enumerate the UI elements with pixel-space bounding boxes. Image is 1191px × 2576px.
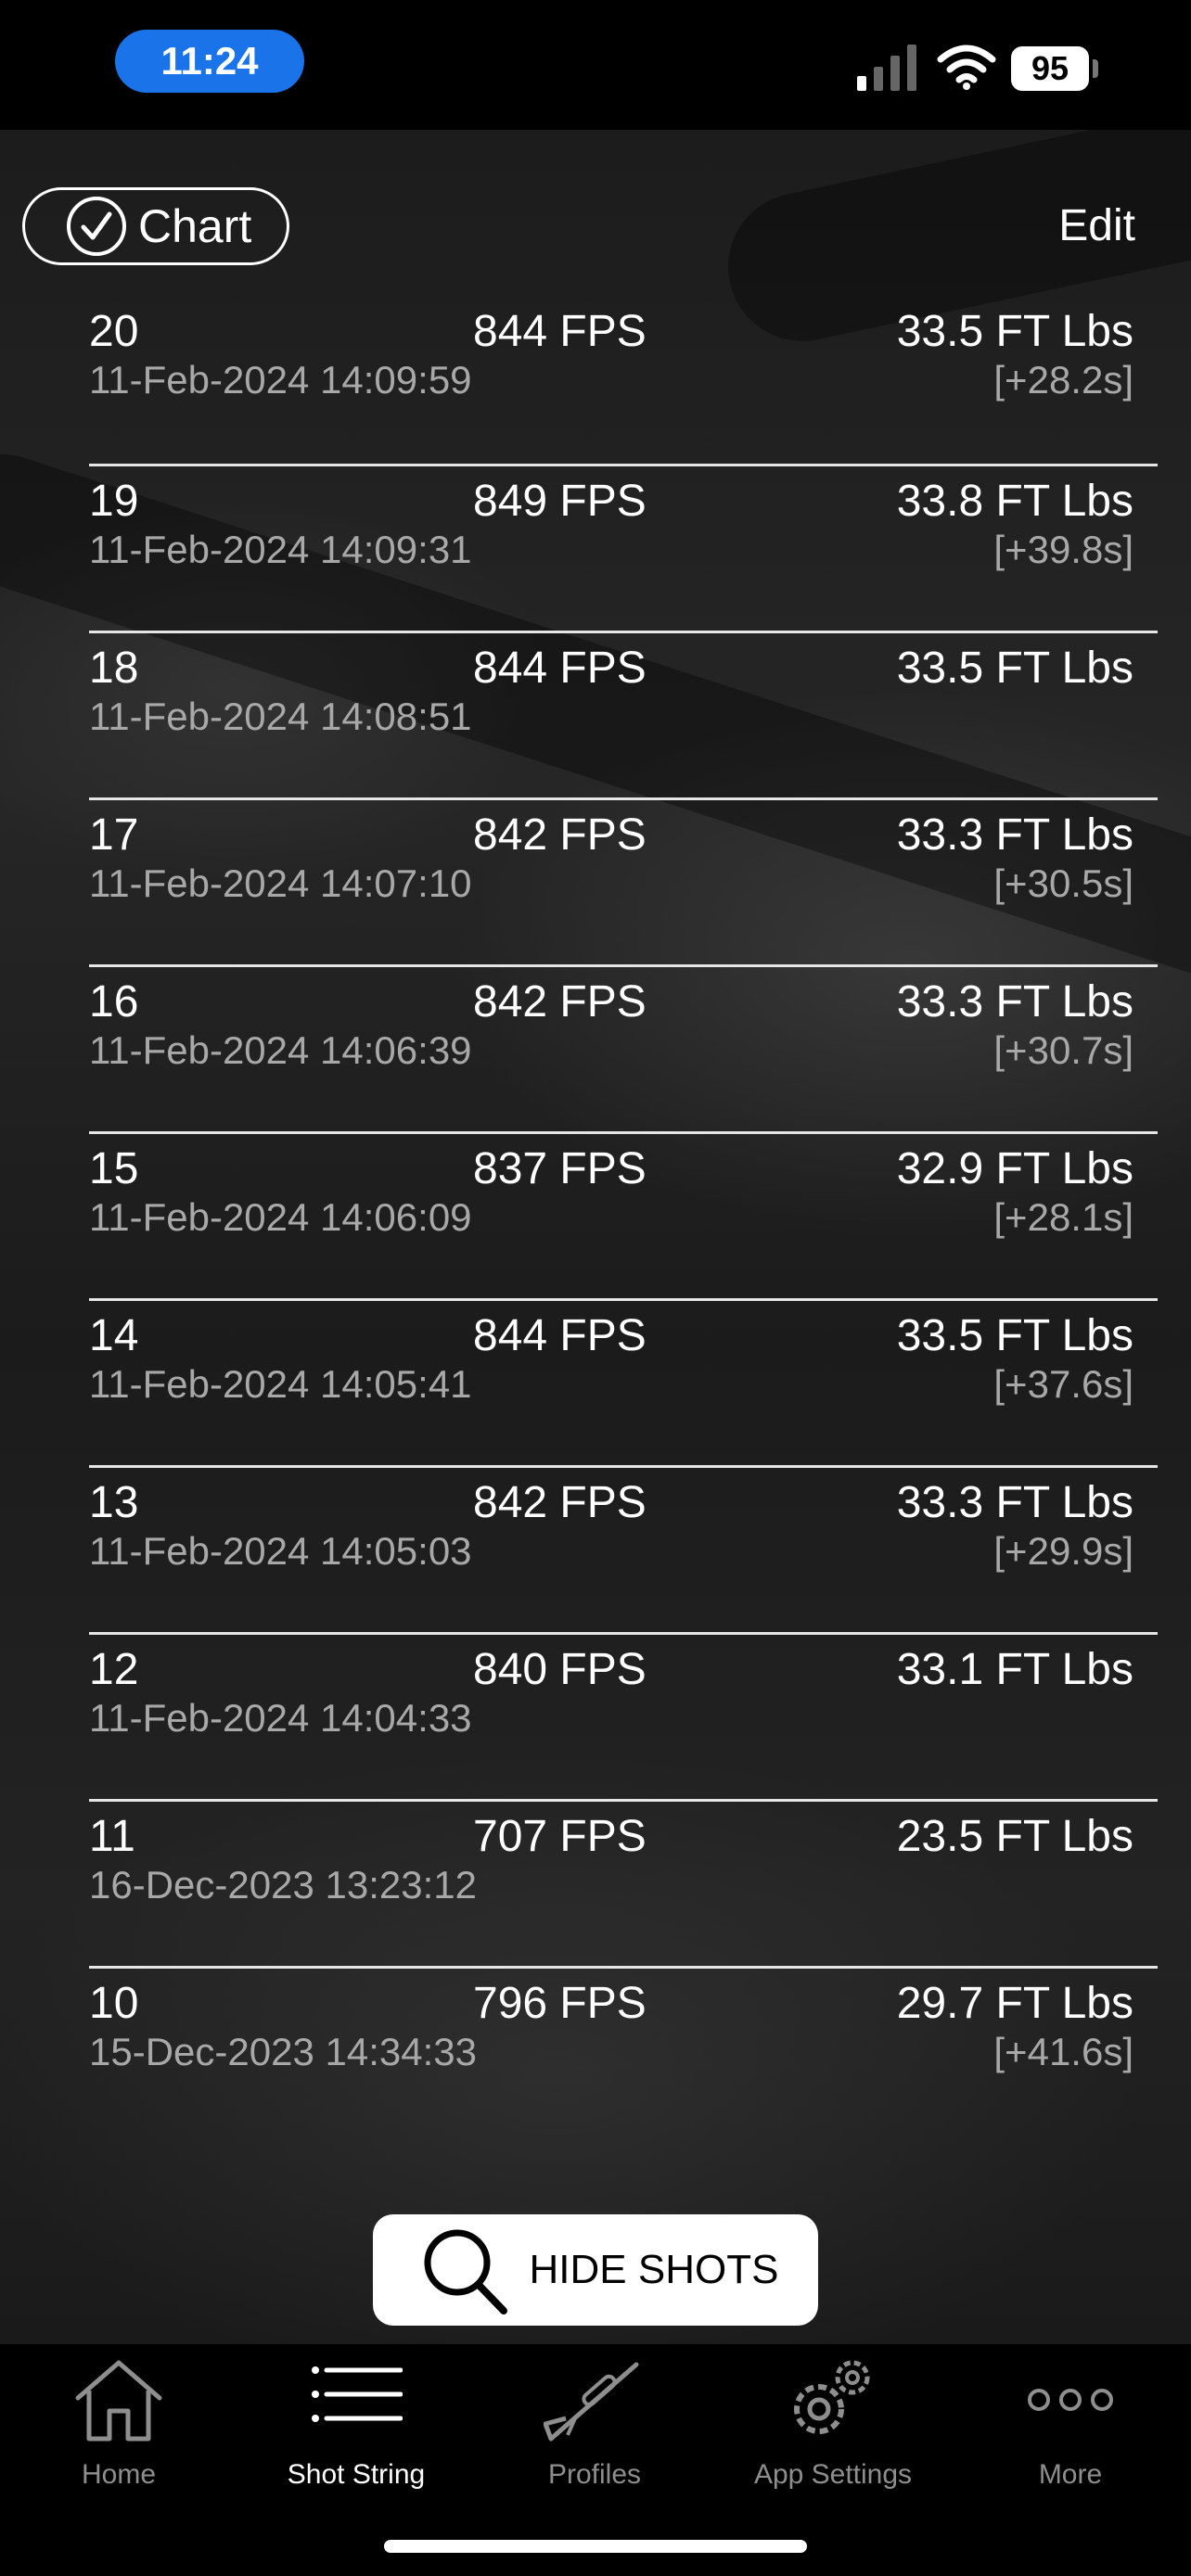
wifi-icon [937, 45, 996, 90]
shot-energy: 29.7 FT Lbs [896, 1979, 1133, 2028]
shot-row[interactable]: 10 796 FPS 29.7 FT Lbs 15-Dec-2023 14:34… [89, 1966, 1158, 2133]
tab-home[interactable]: Home [0, 2344, 237, 2493]
shot-timestamp: 11-Feb-2024 14:09:59 [89, 358, 472, 402]
shot-number: 19 [89, 477, 139, 526]
shot-energy: 33.5 FT Lbs [896, 307, 1133, 356]
shot-timestamp: 11-Feb-2024 14:09:31 [89, 528, 472, 571]
shot-row[interactable]: 20 844 FPS 33.5 FT Lbs 11-Feb-2024 14:09… [89, 297, 1158, 464]
tab-shot-string[interactable]: Shot String [237, 2344, 475, 2493]
shot-number: 20 [89, 307, 139, 356]
shot-row[interactable]: 14 844 FPS 33.5 FT Lbs 11-Feb-2024 14:05… [89, 1298, 1158, 1465]
shot-timestamp: 11-Feb-2024 14:06:39 [89, 1028, 472, 1072]
shot-velocity: 849 FPS [473, 477, 647, 526]
shot-energy: 33.3 FT Lbs [896, 1478, 1133, 1527]
shot-velocity: 842 FPS [473, 810, 647, 860]
more-dots-icon [1028, 2389, 1113, 2411]
shot-velocity: 842 FPS [473, 1478, 647, 1527]
shot-timestamp: 11-Feb-2024 14:08:51 [89, 695, 472, 738]
shot-interval: [+30.7s] [993, 1028, 1133, 1072]
status-time[interactable]: 11:24 [115, 30, 304, 93]
shot-velocity: 844 FPS [473, 307, 647, 356]
shot-timestamp: 11-Feb-2024 14:05:41 [89, 1362, 472, 1406]
rifle-icon [544, 2362, 639, 2442]
shot-energy: 33.1 FT Lbs [896, 1645, 1133, 1694]
shot-number: 18 [89, 644, 139, 693]
shot-timestamp: 11-Feb-2024 14:05:03 [89, 1529, 472, 1573]
shot-list: 20 844 FPS 33.5 FT Lbs 11-Feb-2024 14:09… [89, 297, 1158, 2133]
edit-button[interactable]: Edit [1058, 200, 1135, 251]
shot-row[interactable]: 18 844 FPS 33.5 FT Lbs 11-Feb-2024 14:08… [89, 631, 1158, 797]
shot-velocity: 840 FPS [473, 1645, 647, 1694]
shot-interval: [+39.8s] [993, 528, 1133, 571]
shot-number: 16 [89, 977, 139, 1027]
shot-number: 11 [89, 1812, 135, 1861]
shot-row[interactable]: 17 842 FPS 33.3 FT Lbs 11-Feb-2024 14:07… [89, 797, 1158, 964]
cellular-signal-icon [857, 45, 916, 91]
shot-row[interactable]: 13 842 FPS 33.3 FT Lbs 11-Feb-2024 14:05… [89, 1465, 1158, 1632]
house-icon [75, 2360, 162, 2442]
shot-interval: [+29.9s] [993, 1529, 1133, 1573]
tab-app-settings[interactable]: App Settings [714, 2344, 952, 2493]
shot-timestamp: 11-Feb-2024 14:07:10 [89, 861, 472, 905]
shot-timestamp: 15-Dec-2023 14:34:33 [89, 2030, 477, 2073]
shot-row[interactable]: 15 837 FPS 32.9 FT Lbs 11-Feb-2024 14:06… [89, 1131, 1158, 1298]
tab-shot-string-label: Shot String [287, 2459, 426, 2490]
shot-interval: [+30.5s] [993, 861, 1133, 905]
tab-more-label: More [1038, 2459, 1103, 2490]
shot-timestamp: 11-Feb-2024 14:04:33 [89, 1696, 472, 1740]
tab-home-label: Home [81, 2459, 157, 2490]
shot-velocity: 837 FPS [473, 1144, 647, 1193]
battery-nub [1093, 59, 1098, 78]
tab-more[interactable]: More [952, 2344, 1189, 2493]
shot-number: 17 [89, 810, 139, 860]
chart-toggle-label: Chart [138, 200, 252, 252]
shot-interval: [+28.1s] [993, 1195, 1133, 1239]
shot-energy: 32.9 FT Lbs [896, 1144, 1133, 1193]
shot-number: 13 [89, 1478, 139, 1527]
status-bar: 11:24 95 [0, 0, 1191, 130]
tab-app-settings-label: App Settings [753, 2459, 913, 2490]
shot-energy: 33.5 FT Lbs [896, 644, 1133, 693]
shot-velocity: 844 FPS [473, 1311, 647, 1360]
shot-velocity: 707 FPS [473, 1812, 647, 1861]
chart-toggle-button[interactable]: Chart [22, 187, 289, 265]
shot-energy: 33.5 FT Lbs [896, 1311, 1133, 1360]
shot-energy: 33.3 FT Lbs [896, 977, 1133, 1027]
shot-interval: [+28.2s] [993, 358, 1133, 402]
checkmark-circle-icon [67, 197, 126, 256]
shot-row[interactable]: 19 849 FPS 33.8 FT Lbs 11-Feb-2024 14:09… [89, 464, 1158, 631]
shot-timestamp: 11-Feb-2024 14:06:09 [89, 1195, 472, 1239]
gear-icon [794, 2360, 870, 2434]
shot-interval: [+41.6s] [993, 2030, 1133, 2073]
tab-profiles-label: Profiles [547, 2459, 642, 2490]
home-indicator[interactable] [384, 2540, 807, 2553]
shot-string-screen: Chart Edit 20 844 FPS 33.5 FT Lbs 11-Feb… [0, 130, 1191, 2344]
hide-shots-button[interactable]: HIDE SHOTS [373, 2214, 818, 2326]
hide-shots-label: HIDE SHOTS [529, 2247, 779, 2292]
shot-number: 12 [89, 1645, 139, 1694]
shot-velocity: 842 FPS [473, 977, 647, 1027]
shot-energy: 23.5 FT Lbs [896, 1812, 1133, 1861]
shot-energy: 33.8 FT Lbs [896, 477, 1133, 526]
shot-number: 15 [89, 1144, 139, 1193]
shot-row[interactable]: 12 840 FPS 33.1 FT Lbs 11-Feb-2024 14:04… [89, 1632, 1158, 1799]
tab-profiles[interactable]: Profiles [476, 2344, 713, 2493]
shot-timestamp: 16-Dec-2023 13:23:12 [89, 1863, 477, 1906]
list-icon [312, 2366, 403, 2422]
shot-number: 10 [89, 1979, 139, 2028]
shot-number: 14 [89, 1311, 139, 1360]
shot-row[interactable]: 11 707 FPS 23.5 FT Lbs 16-Dec-2023 13:23… [89, 1799, 1158, 1966]
shot-energy: 33.3 FT Lbs [896, 810, 1133, 860]
shot-row[interactable]: 16 842 FPS 33.3 FT Lbs 11-Feb-2024 14:06… [89, 964, 1158, 1131]
search-icon [424, 2229, 507, 2315]
shot-interval: [+37.6s] [993, 1362, 1133, 1406]
shot-velocity: 844 FPS [473, 644, 647, 693]
shot-velocity: 796 FPS [473, 1979, 647, 2028]
battery-indicator: 95 [1011, 46, 1089, 91]
